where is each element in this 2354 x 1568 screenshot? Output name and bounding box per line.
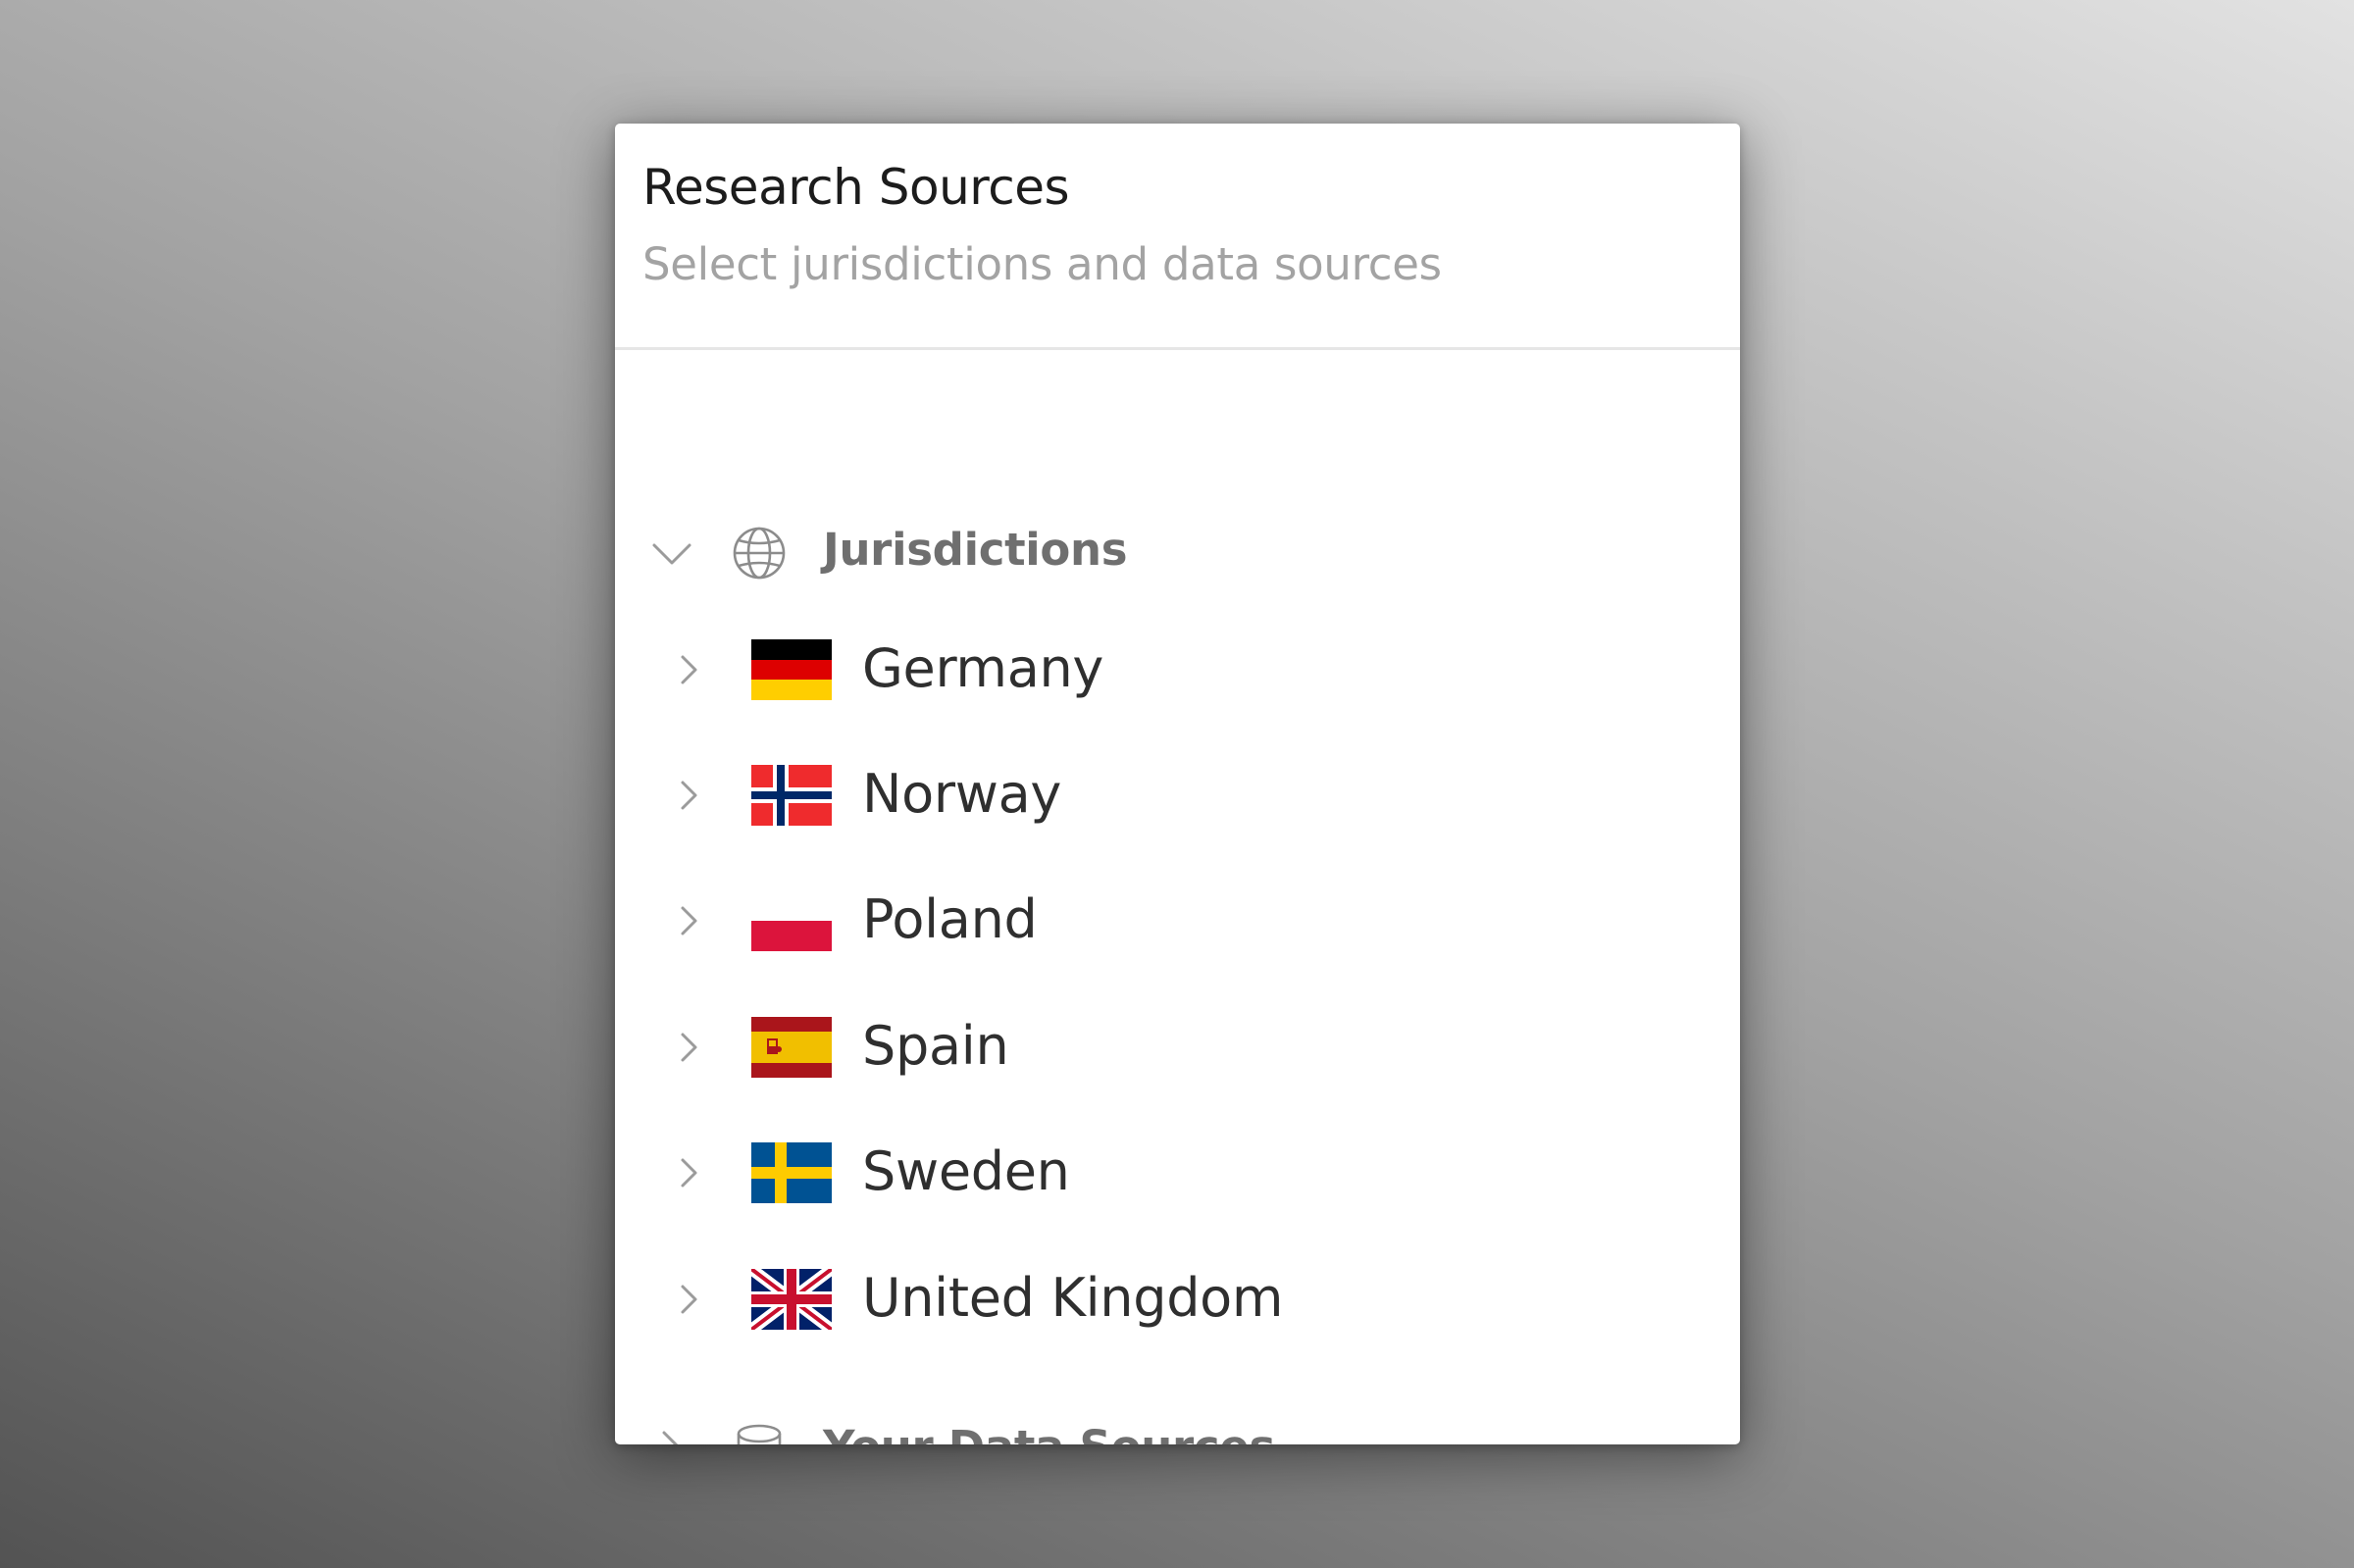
chevron-right-icon[interactable] <box>664 645 713 694</box>
chevron-right-icon[interactable] <box>664 1148 713 1197</box>
chevron-right-icon[interactable] <box>664 1275 713 1324</box>
section-jurisdictions[interactable]: Jurisdictions <box>615 509 1740 597</box>
country-name: Norway <box>862 763 1062 825</box>
research-sources-panel: Research Sources Select jurisdictions an… <box>615 124 1740 1444</box>
jurisdiction-item-poland[interactable]: Poland <box>615 867 1740 975</box>
chevron-right-icon[interactable] <box>642 1421 701 1444</box>
section-jurisdictions-label: Jurisdictions <box>823 524 1128 576</box>
country-name: United Kingdom <box>862 1267 1284 1329</box>
chevron-right-icon[interactable] <box>664 896 713 945</box>
flag-poland-icon <box>751 890 832 951</box>
panel-subtitle: Select jurisdictions and data sources <box>642 238 1442 290</box>
country-name: Spain <box>862 1015 1009 1077</box>
flag-united-kingdom-icon <box>751 1269 832 1330</box>
jurisdiction-item-germany[interactable]: Germany <box>615 616 1740 724</box>
chevron-down-icon[interactable] <box>642 524 701 582</box>
jurisdiction-item-united-kingdom[interactable]: United Kingdom <box>615 1245 1740 1353</box>
chevron-right-icon[interactable] <box>664 771 713 820</box>
jurisdiction-item-spain[interactable]: Spain <box>615 993 1740 1101</box>
flag-norway-icon <box>751 765 832 826</box>
chevron-right-icon[interactable] <box>664 1023 713 1072</box>
flag-germany-icon <box>751 639 832 700</box>
country-name: Poland <box>862 888 1038 950</box>
section-your-data-sources[interactable]: Your Data Sources <box>615 1406 1740 1444</box>
globe-icon <box>733 527 786 580</box>
panel-header: Research Sources Select jurisdictions an… <box>615 124 1740 350</box>
jurisdiction-item-sweden[interactable]: Sweden <box>615 1119 1740 1227</box>
jurisdiction-item-norway[interactable]: Norway <box>615 741 1740 849</box>
panel-title: Research Sources <box>642 159 1070 216</box>
country-name: Sweden <box>862 1140 1070 1202</box>
flag-sweden-icon <box>751 1142 832 1203</box>
section-your-data-sources-label: Your Data Sources <box>823 1421 1275 1444</box>
database-icon <box>737 1424 782 1444</box>
flag-spain-icon <box>751 1017 832 1078</box>
country-name: Germany <box>862 637 1104 699</box>
